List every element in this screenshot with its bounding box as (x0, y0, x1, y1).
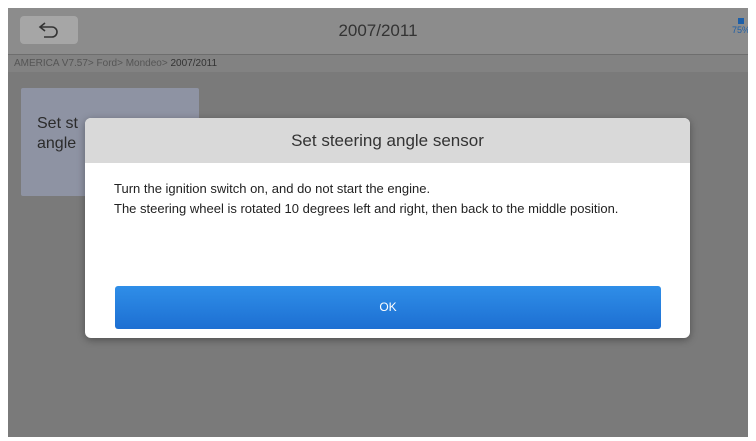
dialog-message-line2: The steering wheel is rotated 10 degrees… (114, 201, 619, 216)
dialog-message: Turn the ignition switch on, and do not … (85, 163, 690, 219)
back-button[interactable] (20, 16, 78, 44)
page-title: 2007/2011 (338, 21, 418, 40)
ok-button[interactable]: OK (115, 286, 661, 329)
status-indicator: 75% (730, 18, 748, 44)
dialog-message-line1: Turn the ignition switch on, and do not … (114, 181, 431, 196)
breadcrumb-current: 2007/2011 (167, 58, 218, 69)
function-tile-label-line2: angle (37, 135, 77, 152)
top-bar: 2007/2011 75% (8, 8, 748, 55)
battery-icon (738, 18, 744, 24)
function-tile-label-line1: Set st (37, 115, 78, 132)
breadcrumb: AMERICA V7.57> Ford> Mondeo> 2007/2011 (8, 55, 748, 72)
dialog-title: Set steering angle sensor (85, 118, 690, 163)
back-arrow-icon (38, 22, 58, 38)
status-indicator-label: 75% (731, 25, 748, 35)
dialog: Set steering angle sensor Turn the ignit… (85, 118, 690, 338)
breadcrumb-path: AMERICA V7.57> Ford> Mondeo> (14, 58, 168, 69)
app-window: 2007/2011 75% AMERICA V7.57> Ford> Monde… (8, 8, 748, 437)
function-tile-label: Set st angle (37, 114, 78, 154)
